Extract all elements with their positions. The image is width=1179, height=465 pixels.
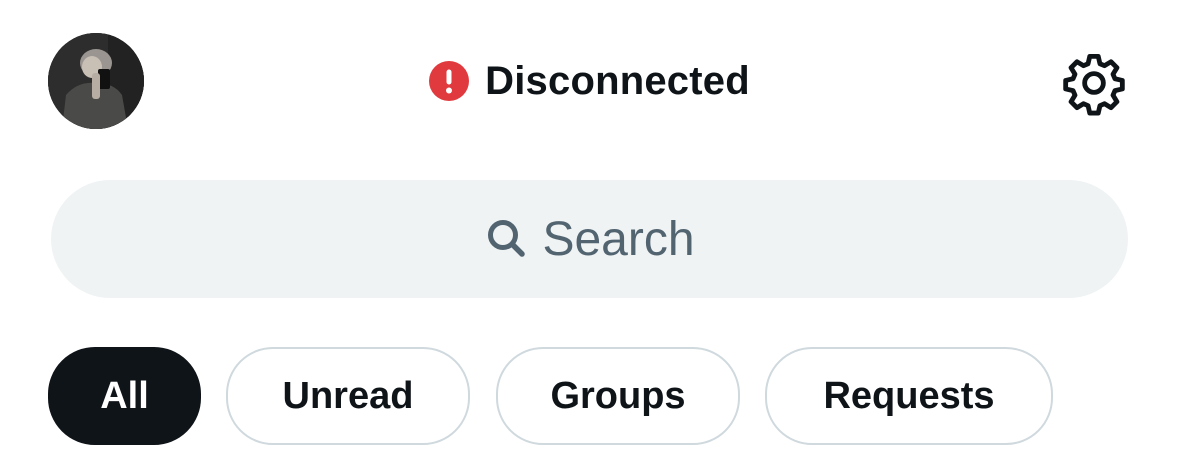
gear-icon <box>1063 53 1125 116</box>
filter-chip-groups[interactable]: Groups <box>496 347 740 445</box>
alert-circle-icon <box>429 61 470 101</box>
search-placeholder: Search <box>542 212 695 266</box>
filter-chip-all[interactable]: All <box>48 347 201 445</box>
search-icon <box>488 220 526 257</box>
connection-status: Disconnected <box>0 58 1179 104</box>
messages-header: Disconnected Search All Unread Groups Re… <box>0 0 1179 465</box>
search-input[interactable]: Search <box>51 180 1128 298</box>
filter-chip-unread[interactable]: Unread <box>226 347 470 445</box>
settings-button[interactable] <box>1060 49 1128 117</box>
status-text: Disconnected <box>485 58 750 103</box>
filter-chip-requests[interactable]: Requests <box>765 347 1053 445</box>
